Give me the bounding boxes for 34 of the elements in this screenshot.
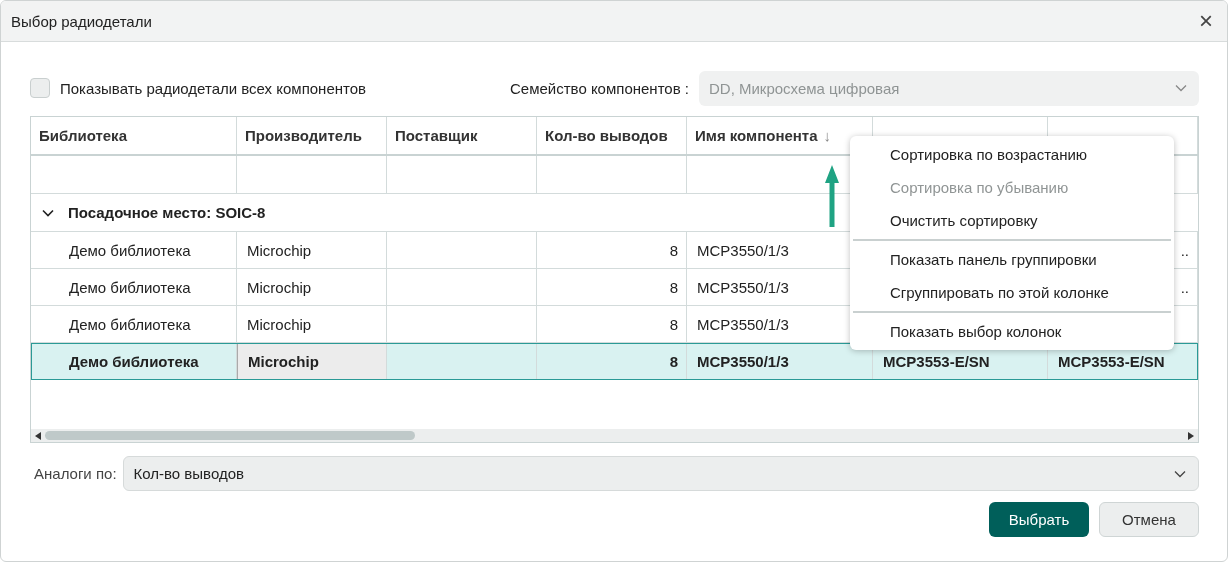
column-header[interactable]: Производитель — [237, 117, 387, 154]
group-label: Посадочное место: SOIC-8 — [68, 204, 266, 221]
column-header[interactable]: Поставщик — [387, 117, 537, 154]
scroll-left-icon[interactable] — [35, 431, 41, 440]
table-cell: Демо библиотека — [31, 306, 237, 342]
table-cell: 8 — [537, 269, 687, 305]
table-row[interactable]: Демо библиотека Microchip 8 MCP3550/1/3 MCP3553-E/SN MCP3553-E/SN — [31, 343, 1198, 380]
table-cell: Microchip — [237, 306, 387, 342]
table-cell: Microchip — [237, 343, 387, 379]
table-cell: Microchip — [237, 232, 387, 268]
select-button[interactable]: Выбрать — [989, 502, 1089, 537]
chevron-down-icon — [1174, 469, 1186, 478]
window-title: Выбор радиодетали — [11, 12, 152, 30]
cancel-button[interactable]: Отмена — [1099, 502, 1199, 537]
family-label: Семейство компонентов : — [510, 79, 689, 97]
table-cell: Microchip — [237, 269, 387, 305]
chevron-down-icon — [1175, 84, 1187, 92]
table-cell: Демо библиотека — [31, 269, 237, 305]
chevron-down-icon[interactable] — [42, 208, 54, 217]
table-cell: 8 — [537, 232, 687, 268]
horizontal-scrollbar[interactable] — [31, 429, 1198, 442]
scroll-right-icon[interactable] — [1188, 431, 1194, 440]
table-cell: 8 — [537, 306, 687, 342]
table-cell: Демо библиотека — [31, 232, 237, 268]
column-header[interactable]: Кол-во выводов — [537, 117, 687, 154]
column-header[interactable]: Библиотека — [31, 117, 237, 154]
close-button[interactable]: × — [1195, 9, 1217, 33]
checkbox[interactable] — [30, 78, 50, 98]
analogs-label: Аналоги по: — [34, 465, 117, 482]
checkbox-label: Показывать радиодетали всех компонентов — [60, 79, 367, 97]
analogs-dropdown[interactable]: Кол-во выводов — [122, 456, 1199, 491]
sort-arrow: ↓ — [823, 127, 832, 144]
up-arrow — [825, 165, 839, 227]
table-cell: 8 — [537, 343, 687, 379]
